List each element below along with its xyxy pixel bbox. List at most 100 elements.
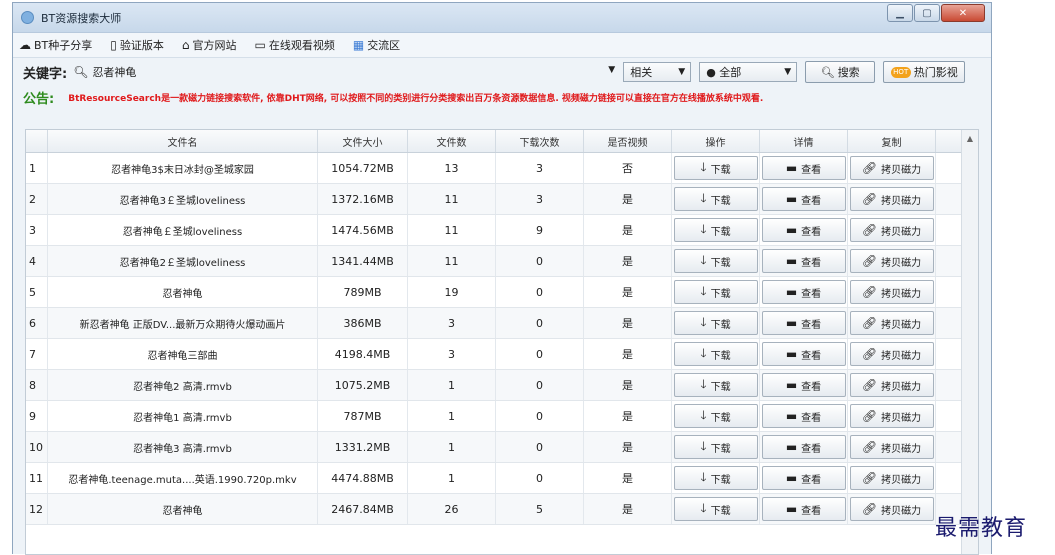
link-icon: 🔗︎ [861, 502, 878, 516]
download-arrow-icon: 🡓 [700, 314, 707, 329]
copy-magnet-button[interactable]: 🔗︎ 拷贝磁力 [849, 280, 934, 304]
download-arrow-icon: 🡓 [700, 345, 707, 360]
monitor-icon: ▭ [254, 38, 266, 52]
hot-movies-button[interactable]: HOT 热门影视 [883, 61, 966, 83]
table-row[interactable]: 11 忍者神龟.teenage.muta....英语.1990.720p.mkv 4… [26, 463, 978, 494]
view-label: 查看 [801, 195, 822, 207]
action-cell: 🡓 下载 [672, 308, 760, 338]
table-row[interactable]: 3 忍者神龟￡圣城loveliness 1474.56MB 11 9 是 🡓 下载 ▬ 查看 🔗︎ 拷… [26, 215, 978, 246]
view-button[interactable]: ▬ 查看 [761, 249, 846, 273]
download-button[interactable]: 🡓 下载 [673, 497, 758, 521]
column-header-is-video[interactable]: 是否视频 [584, 130, 672, 152]
download-arrow-icon: 🡓 [700, 407, 707, 422]
keyword-input[interactable]: 🔍︎ 忍者神龟 ▼ [73, 62, 615, 82]
table-row[interactable]: 1 忍者神龟3$末日冰封@圣城家园 1054.72MB 13 3 否 🡓 下载 ▬ 查看 🔗︎ 拷贝磁… [26, 153, 978, 184]
menu-item-official-site[interactable]: ⌂ 官方网站 [182, 37, 237, 53]
category-select[interactable]: ● 全部 ▼ [699, 62, 798, 82]
menu-item-watch-online[interactable]: ▭ 在线观看视频 [255, 37, 335, 53]
view-button[interactable]: ▬ 查看 [761, 404, 846, 428]
file-count: 26 [408, 494, 496, 524]
download-button[interactable]: 🡓 下载 [673, 156, 758, 180]
table-row[interactable]: 6 新忍者神龟 正版DV...最新万众期待火爆动画片 386MB 3 0 是 🡓 下载 ▬ 查看 🔗… [26, 308, 978, 339]
action-cell: 🡓 下载 [672, 246, 760, 276]
column-header-index [26, 130, 48, 152]
view-button[interactable]: ▬ 查看 [761, 435, 846, 459]
search-button[interactable]: 🔍︎ 搜索 [805, 61, 876, 83]
copy-magnet-button[interactable]: 🔗︎ 拷贝磁力 [849, 466, 934, 490]
download-button[interactable]: 🡓 下载 [673, 373, 758, 397]
menu-label: 验证版本 [119, 39, 164, 52]
copy-magnet-button[interactable]: 🔗︎ 拷贝磁力 [849, 497, 934, 521]
file-size: 1075.2MB [318, 370, 408, 400]
download-label: 下载 [710, 443, 731, 455]
action-cell: 🡓 下载 [672, 370, 760, 400]
column-header-downloads[interactable]: 下载次数 [496, 130, 584, 152]
copy-magnet-button[interactable]: 🔗︎ 拷贝磁力 [849, 435, 934, 459]
is-video: 是 [584, 432, 672, 462]
is-video: 是 [584, 463, 672, 493]
table-row[interactable]: 12 忍者神龟 2467.84MB 26 5 是 🡓 下载 ▬ 查看 🔗︎ 拷贝磁力 [26, 494, 978, 525]
folder-icon: ▬ [785, 192, 798, 206]
download-button[interactable]: 🡓 下载 [673, 404, 758, 428]
copy-magnet-button[interactable]: 🔗︎ 拷贝磁力 [849, 218, 934, 242]
download-button[interactable]: 🡓 下载 [673, 311, 758, 335]
view-button[interactable]: ▬ 查看 [761, 497, 846, 521]
copy-magnet-button[interactable]: 🔗︎ 拷贝磁力 [849, 373, 934, 397]
download-arrow-icon: 🡓 [700, 159, 707, 174]
download-button[interactable]: 🡓 下载 [673, 249, 758, 273]
download-button[interactable]: 🡓 下载 [673, 218, 758, 242]
view-button[interactable]: ▬ 查看 [761, 280, 846, 304]
details-cell: ▬ 查看 [760, 277, 848, 307]
menu-item-community[interactable]: ▦ 交流区 [353, 37, 400, 53]
menu-item-bt-share[interactable]: ☁ BT种子分享 [19, 37, 92, 53]
file-name: 忍者神龟三部曲 [48, 339, 318, 369]
copy-magnet-button[interactable]: 🔗︎ 拷贝磁力 [849, 249, 934, 273]
minimize-button[interactable]: ▁ [887, 4, 913, 22]
download-button[interactable]: 🡓 下载 [673, 280, 758, 304]
table-row[interactable]: 2 忍者神龟3￡圣城loveliness 1372.16MB 11 3 是 🡓 下载 ▬ 查看 🔗︎… [26, 184, 978, 215]
view-button[interactable]: ▬ 查看 [761, 187, 846, 211]
menu-item-verify-version[interactable]: ▯ 验证版本 [110, 37, 164, 53]
column-header-size[interactable]: 文件大小 [318, 130, 408, 152]
view-button[interactable]: ▬ 查看 [761, 156, 846, 180]
vertical-scrollbar[interactable]: ▲ [961, 130, 978, 554]
is-video: 是 [584, 401, 672, 431]
view-button[interactable]: ▬ 查看 [761, 218, 846, 242]
file-size: 1474.56MB [318, 215, 408, 245]
action-cell: 🡓 下载 [672, 401, 760, 431]
table-row[interactable]: 10 忍者神龟3 高清.rmvb 1331.2MB 1 0 是 🡓 下载 ▬ 查看 🔗︎ 拷贝磁力 [26, 432, 978, 463]
table-row[interactable]: 4 忍者神龟2￡圣城loveliness 1341.44MB 11 0 是 🡓 下载 ▬ 查看 🔗︎… [26, 246, 978, 277]
view-button[interactable]: ▬ 查看 [761, 311, 846, 335]
download-button[interactable]: 🡓 下载 [673, 435, 758, 459]
row-index: 10 [26, 432, 48, 462]
copy-magnet-button[interactable]: 🔗︎ 拷贝磁力 [849, 342, 934, 366]
table-row[interactable]: 9 忍者神龟1 高清.rmvb 787MB 1 0 是 🡓 下载 ▬ 查看 🔗︎ 拷贝磁力 [26, 401, 978, 432]
view-button[interactable]: ▬ 查看 [761, 466, 846, 490]
table-row[interactable]: 5 忍者神龟 789MB 19 0 是 🡓 下载 ▬ 查看 🔗︎ 拷贝磁力 [26, 277, 978, 308]
column-header-file-count[interactable]: 文件数 [408, 130, 496, 152]
download-button[interactable]: 🡓 下载 [673, 342, 758, 366]
copy-magnet-button[interactable]: 🔗︎ 拷贝磁力 [849, 156, 934, 180]
close-button[interactable]: ✕ [941, 4, 985, 22]
sort-select[interactable]: 相关 ▼ [623, 62, 692, 82]
table-header: 文件名 文件大小 文件数 下载次数 是否视频 操作 详情 复制 [26, 130, 978, 153]
folder-icon: ▬ [785, 316, 798, 330]
download-count: 9 [496, 215, 584, 245]
view-button[interactable]: ▬ 查看 [761, 373, 846, 397]
chevron-down-icon: ▼ [784, 67, 792, 77]
download-button[interactable]: 🡓 下载 [673, 187, 758, 211]
view-button[interactable]: ▬ 查看 [761, 342, 846, 366]
copy-magnet-button[interactable]: 🔗︎ 拷贝磁力 [849, 404, 934, 428]
table-row[interactable]: 8 忍者神龟2 高清.rmvb 1075.2MB 1 0 是 🡓 下载 ▬ 查看 🔗︎ 拷贝磁力 [26, 370, 978, 401]
search-icon: 🔍︎ [73, 65, 89, 79]
table-row[interactable]: 7 忍者神龟三部曲 4198.4MB 3 0 是 🡓 下载 ▬ 查看 🔗︎ 拷贝磁力 [26, 339, 978, 370]
copy-magnet-button[interactable]: 🔗︎ 拷贝磁力 [849, 187, 934, 211]
file-name: 忍者神龟2￡圣城loveliness [48, 246, 318, 276]
scroll-up-icon[interactable]: ▲ [962, 130, 978, 146]
column-header-filename[interactable]: 文件名 [48, 130, 318, 152]
file-count: 11 [408, 215, 496, 245]
download-button[interactable]: 🡓 下载 [673, 466, 758, 490]
download-arrow-icon: 🡓 [700, 190, 707, 205]
copy-magnet-button[interactable]: 🔗︎ 拷贝磁力 [849, 311, 934, 335]
maximize-button[interactable]: ▢ [914, 4, 940, 22]
